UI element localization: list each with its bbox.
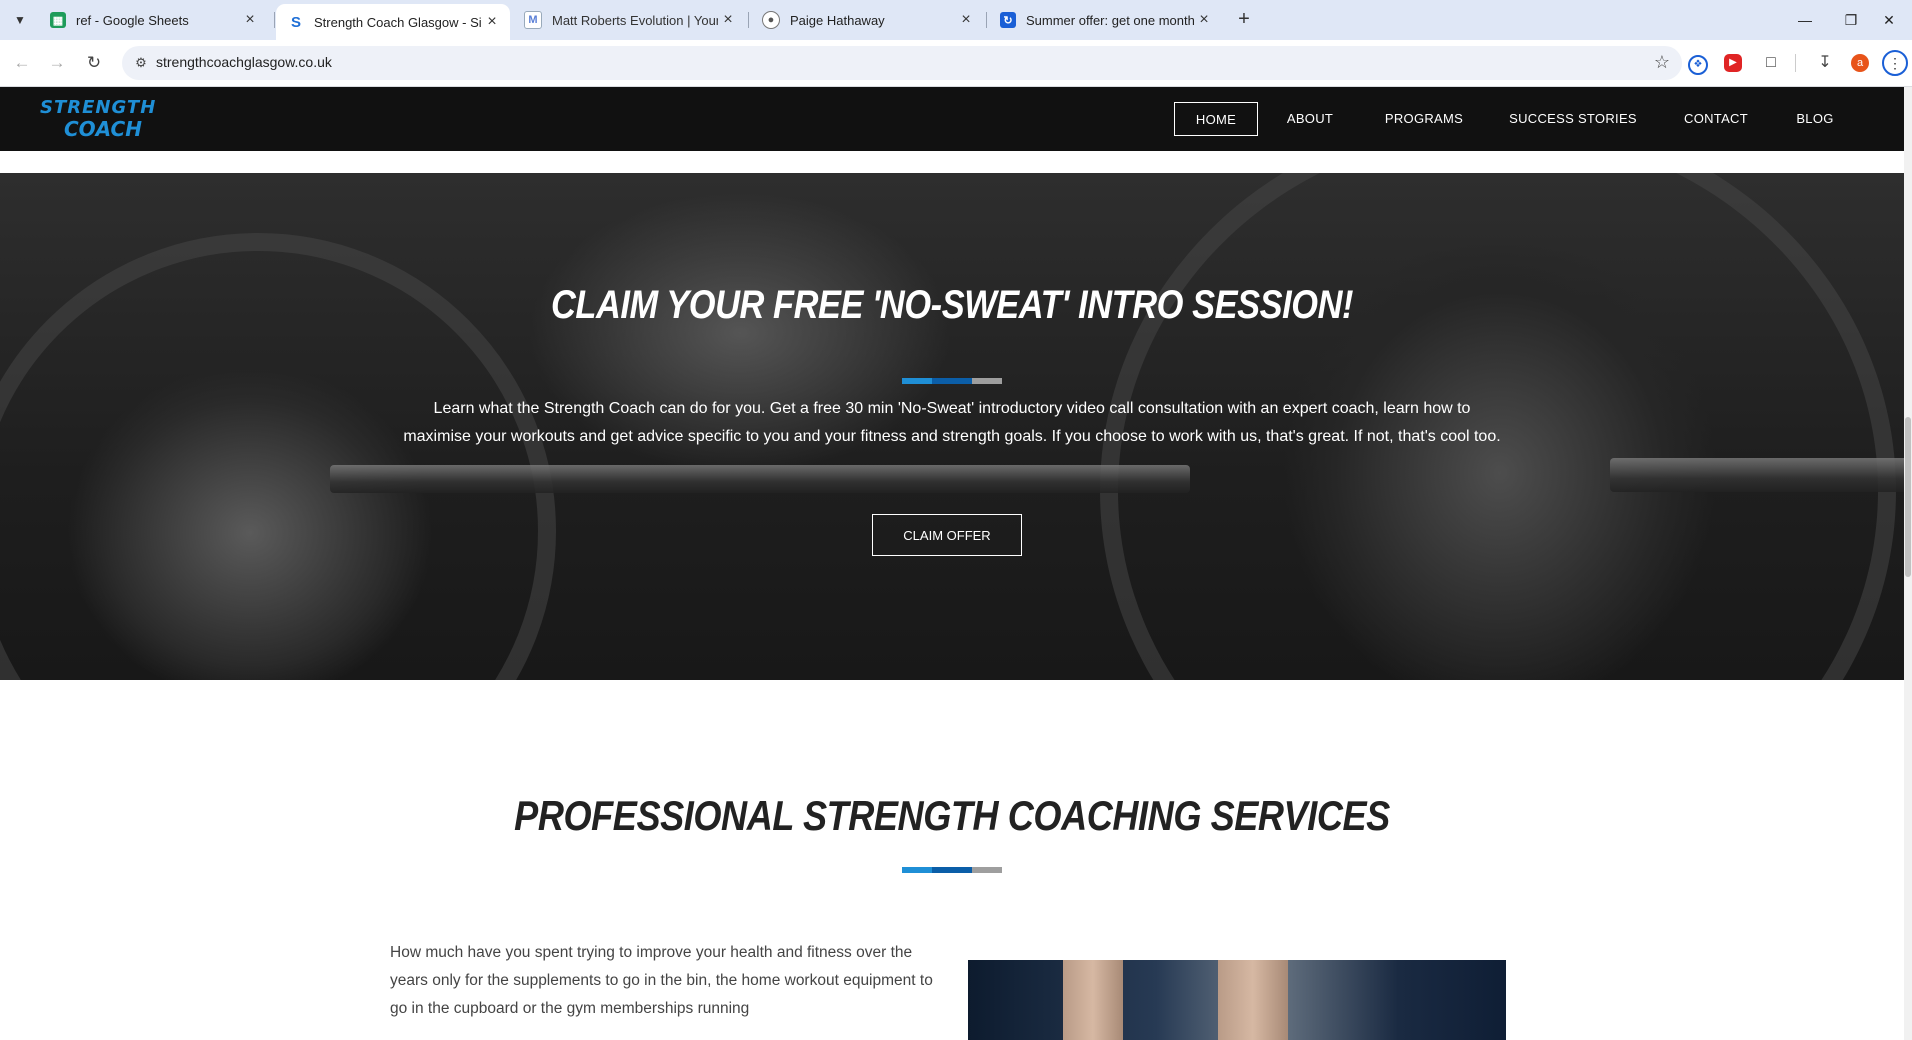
hero-divider bbox=[902, 378, 1002, 384]
tab-title: ref - Google Sheets bbox=[76, 12, 189, 28]
tab-separator bbox=[986, 12, 987, 28]
tab-strength-coach[interactable]: S Strength Coach Glasgow - Simp × bbox=[276, 4, 510, 40]
browser-tab-strip: ▼ ▦ ref - Google Sheets × S Strength Coa… bbox=[0, 0, 1912, 40]
hero-banner: CLAIM YOUR FREE 'NO-SWEAT' INTRO SESSION… bbox=[0, 173, 1904, 680]
tab-title: Summer offer: get one month f bbox=[1026, 12, 1194, 28]
browser-toolbar: ← → ↻ ⚙ strengthcoachglasgow.co.uk ☆ ❖ ▶… bbox=[0, 40, 1912, 87]
logo-text-line2: COACH bbox=[64, 117, 142, 141]
tab-matt-roberts[interactable]: M Matt Roberts Evolution | Young × bbox=[512, 4, 746, 36]
hero-title: CLAIM YOUR FREE 'NO-SWEAT' INTRO SESSION… bbox=[550, 283, 1354, 327]
url-text[interactable]: strengthcoachglasgow.co.uk bbox=[156, 54, 332, 70]
tab-paige-hathaway[interactable]: ● Paige Hathaway × bbox=[750, 4, 984, 36]
tab-title: Paige Hathaway bbox=[790, 12, 885, 28]
address-bar[interactable]: ⚙ strengthcoachglasgow.co.uk ☆ bbox=[122, 46, 1682, 80]
close-window-icon[interactable]: ✕ bbox=[1866, 0, 1912, 40]
tab-title: Strength Coach Glasgow - Simp bbox=[314, 14, 482, 30]
tab-summer-offer[interactable]: ↻ Summer offer: get one month f × bbox=[988, 4, 1222, 36]
google-sheets-icon: ▦ bbox=[50, 12, 66, 28]
hero-description: Learn what the Strength Coach can do for… bbox=[403, 400, 1501, 445]
tab-search-chevron-icon[interactable]: ▼ bbox=[8, 8, 32, 32]
site-header: STRENGTH COACH HOME ABOUT PROGRAMS SUCCE… bbox=[0, 87, 1904, 151]
strength-coach-favicon: S bbox=[288, 14, 304, 31]
tab-close-icon[interactable]: × bbox=[240, 11, 260, 29]
scrollbar-thumb[interactable] bbox=[1905, 417, 1911, 577]
site-info-icon[interactable]: ⚙ bbox=[132, 54, 150, 72]
matt-roberts-favicon: M bbox=[524, 11, 542, 29]
nav-blog[interactable]: BLOG bbox=[1792, 102, 1838, 136]
tab-google-sheets[interactable]: ▦ ref - Google Sheets × bbox=[38, 4, 268, 36]
extension-shield-icon[interactable]: ▶ bbox=[1724, 54, 1742, 72]
nav-programs[interactable]: PROGRAMS bbox=[1380, 102, 1468, 136]
logo-text-line1: STRENGTH bbox=[40, 97, 157, 118]
coaching-photo bbox=[968, 960, 1506, 1040]
tab-separator bbox=[748, 12, 749, 28]
services-description: How much have you spent trying to improv… bbox=[390, 944, 933, 1017]
reload-icon[interactable]: ↻ bbox=[82, 51, 106, 75]
extension-globe-icon[interactable]: ❖ bbox=[1688, 55, 1708, 75]
tab-close-icon[interactable]: × bbox=[1194, 11, 1214, 29]
offer-favicon: ↻ bbox=[1000, 12, 1016, 28]
barbell-bar-right bbox=[1610, 458, 1904, 492]
back-arrow-icon[interactable]: ← bbox=[10, 51, 34, 75]
services-divider bbox=[902, 867, 1002, 873]
new-tab-plus-icon[interactable]: + bbox=[1232, 8, 1256, 32]
tab-separator bbox=[274, 12, 275, 28]
barbell-bar bbox=[330, 465, 1190, 493]
globe-icon: ● bbox=[762, 11, 780, 29]
tab-title: Matt Roberts Evolution | Young bbox=[552, 12, 718, 28]
nav-success-stories[interactable]: SUCCESS STORIES bbox=[1506, 102, 1640, 136]
nav-contact[interactable]: CONTACT bbox=[1678, 102, 1754, 136]
toolbar-separator bbox=[1795, 54, 1796, 72]
site-logo[interactable]: STRENGTH COACH bbox=[40, 97, 162, 141]
services-title: PROFESSIONAL STRENGTH COACHING SERVICES bbox=[514, 792, 1390, 839]
web-page: STRENGTH COACH HOME ABOUT PROGRAMS SUCCE… bbox=[0, 87, 1904, 1040]
minimize-icon[interactable]: — bbox=[1782, 0, 1828, 40]
browser-menu-icon[interactable]: ⋮ bbox=[1882, 50, 1908, 76]
nav-about[interactable]: ABOUT bbox=[1280, 102, 1340, 136]
extensions-puzzle-icon[interactable]: □ bbox=[1760, 52, 1782, 74]
tab-close-icon[interactable]: × bbox=[482, 13, 502, 31]
tab-close-icon[interactable]: × bbox=[718, 11, 738, 29]
claim-offer-button[interactable]: CLAIM OFFER bbox=[872, 514, 1022, 556]
profile-avatar[interactable]: a bbox=[1851, 54, 1869, 72]
tab-close-icon[interactable]: × bbox=[956, 11, 976, 29]
downloads-icon[interactable]: ↧ bbox=[1814, 52, 1836, 74]
nav-home[interactable]: HOME bbox=[1174, 102, 1258, 136]
page-scrollbar[interactable] bbox=[1904, 87, 1912, 1040]
bookmark-star-icon[interactable]: ☆ bbox=[1654, 52, 1670, 73]
forward-arrow-icon[interactable]: → bbox=[45, 51, 69, 75]
